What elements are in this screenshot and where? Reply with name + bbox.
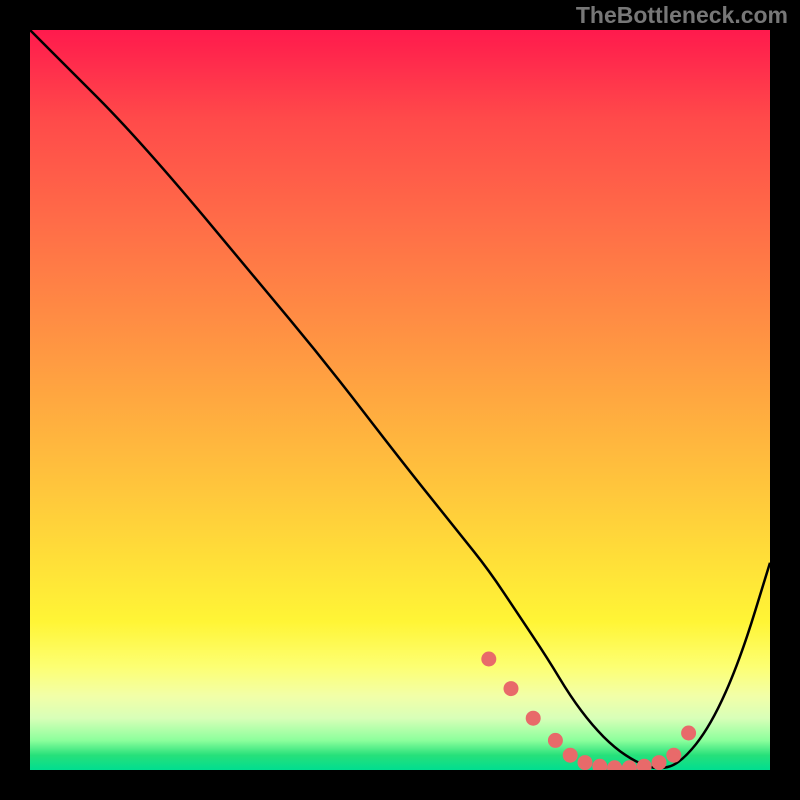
scatter-marker <box>481 652 496 667</box>
watermark-text: TheBottleneck.com <box>576 2 788 29</box>
scatter-marker <box>607 760 622 770</box>
scatter-marker <box>681 726 696 741</box>
scatter-marker <box>548 733 563 748</box>
scatter-marker <box>504 681 519 696</box>
scatter-marker <box>578 755 593 770</box>
scatter-marker <box>666 748 681 763</box>
scatter-marker <box>637 759 652 770</box>
bottleneck-curve-path <box>30 30 770 768</box>
scatter-marker <box>652 755 667 770</box>
scatter-marker <box>526 711 541 726</box>
scatter-marker-group <box>481 652 696 771</box>
bottleneck-chart <box>30 30 770 770</box>
scatter-marker <box>563 748 578 763</box>
scatter-marker <box>592 759 607 770</box>
